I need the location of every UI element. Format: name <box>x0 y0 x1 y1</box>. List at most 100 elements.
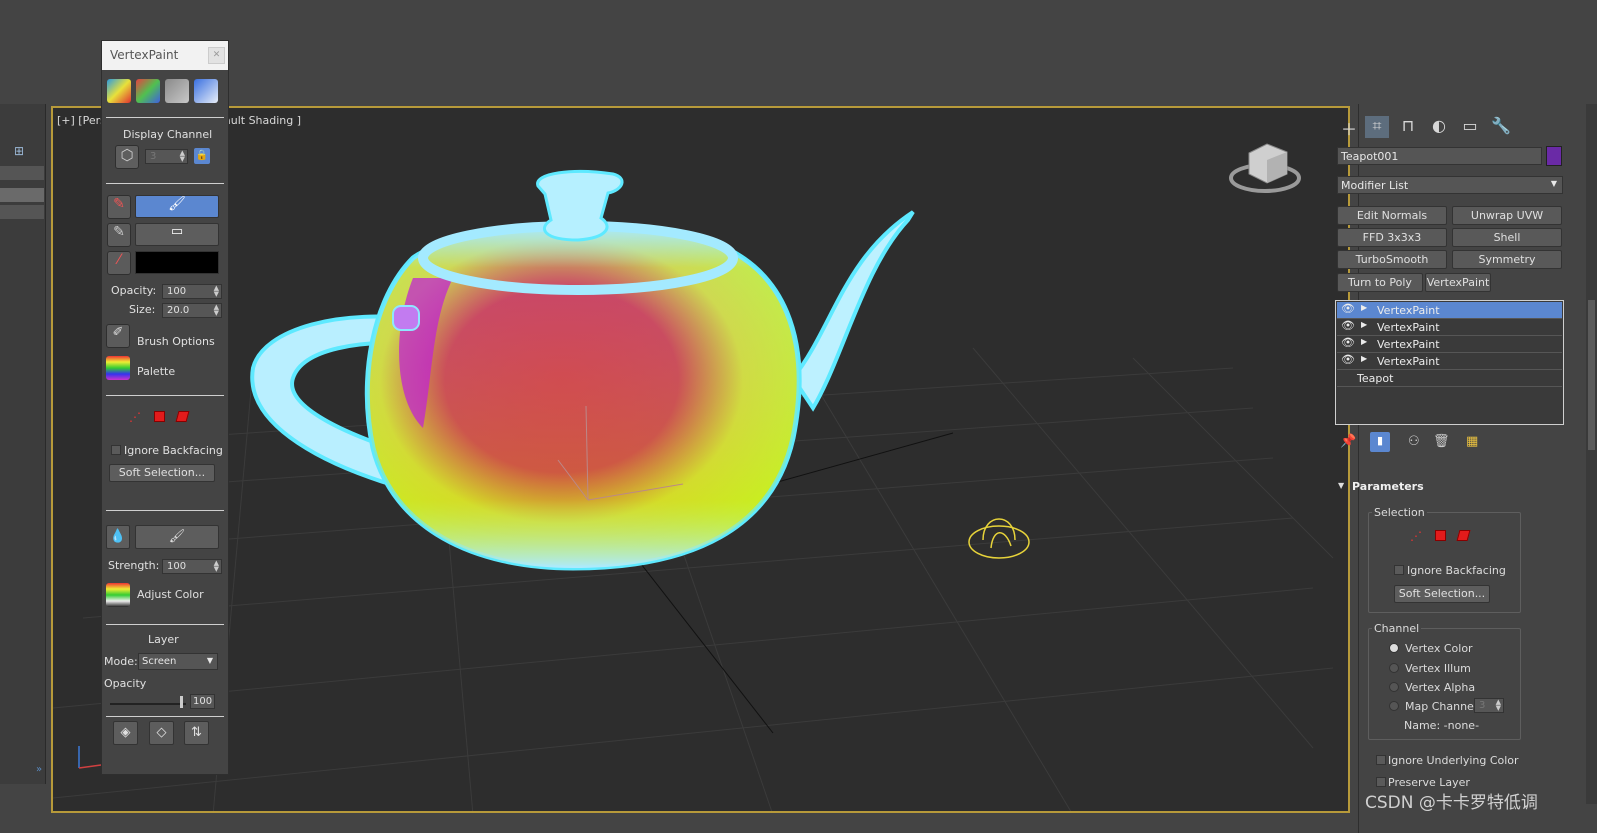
soft-selection-button[interactable]: Soft Selection... <box>1394 585 1490 603</box>
vertex-illum-radio[interactable] <box>1389 663 1399 673</box>
modifier-stack[interactable]: 👁 ▶ VertexPaint 👁 ▶ VertexPaint 👁 ▶ VertexPain… <box>1335 300 1564 425</box>
display-tab-icon[interactable]: ▭ <box>1458 116 1482 138</box>
erase-button[interactable]: ▭ <box>135 223 219 246</box>
light-helper[interactable] <box>968 518 1030 559</box>
close-icon[interactable]: ✕ <box>208 47 225 64</box>
display-channel-spinner[interactable]: 3 ▲ ▼ <box>145 149 188 164</box>
paint-button[interactable]: 🖌 <box>135 195 219 218</box>
modifier-button-shell[interactable]: Shell <box>1452 228 1562 247</box>
expand-triangle-icon[interactable]: ▶ <box>1361 337 1367 346</box>
strength-spinner[interactable]: 100 ▲ ▼ <box>162 559 222 574</box>
eye-icon[interactable]: 👁 <box>1341 353 1355 366</box>
viewport-shading-label[interactable]: ault Shading ] <box>224 114 301 127</box>
parameters-heading[interactable]: Parameters <box>1352 480 1424 493</box>
face-selection-icon[interactable] <box>1435 530 1446 541</box>
display-channel-label: Display Channel <box>123 128 213 141</box>
expand-triangle-icon[interactable]: ▶ <box>1361 354 1367 363</box>
motion-tab-icon[interactable]: ◐ <box>1427 116 1451 138</box>
vertex-color-radio[interactable] <box>1389 643 1399 653</box>
layer-opacity-value-box[interactable]: 100 <box>190 694 215 709</box>
palette-label[interactable]: Palette <box>137 365 175 378</box>
ignore-backfacing-checkbox[interactable] <box>111 445 121 455</box>
new-layer-icon[interactable]: ◈ <box>113 721 138 745</box>
vertex-selection-icon[interactable]: ⋰ <box>129 410 141 424</box>
object-color-swatch[interactable] <box>1546 146 1562 166</box>
perspective-viewport[interactable]: [+] [Pers ault Shading ] <box>51 106 1350 813</box>
modifier-button-turbosmooth[interactable]: TurboSmooth <box>1337 250 1447 269</box>
trash-icon[interactable]: 🗑 <box>1433 434 1450 449</box>
brush-options-icon[interactable]: ✐ <box>106 324 130 348</box>
stack-item-vertexpaint[interactable]: 👁 ▶ VertexPaint <box>1337 319 1562 336</box>
brush-options-label[interactable]: Brush Options <box>137 335 215 348</box>
expand-triangle-icon[interactable]: ▶ <box>1361 303 1367 312</box>
toggle-texture-display-icon[interactable] <box>194 79 218 103</box>
face-selection-icon[interactable] <box>154 411 165 422</box>
command-panel-scrollbar[interactable] <box>1586 104 1597 804</box>
element-selection-icon[interactable] <box>175 411 190 422</box>
hierarchy-icon[interactable]: ⊞ <box>14 144 24 158</box>
condense-layers-icon[interactable]: ⇅ <box>184 721 209 745</box>
hierarchy-tab-icon[interactable]: ⊓ <box>1396 116 1420 138</box>
map-channel-radio[interactable] <box>1389 701 1399 711</box>
expand-triangle-icon[interactable]: ▶ <box>1361 320 1367 329</box>
preserve-layer-checkbox[interactable] <box>1376 777 1386 787</box>
delete-layer-icon[interactable]: ◇ <box>149 721 174 745</box>
viewport-label[interactable]: [+] [Pers <box>57 114 106 127</box>
opacity-spinner[interactable]: 100 ▲ ▼ <box>162 284 222 299</box>
viewport-label-left[interactable]: [+] [Pers <box>57 114 106 127</box>
adjust-color-icon[interactable] <box>106 583 130 607</box>
lock-icon[interactable]: 🔒 <box>194 148 210 164</box>
scene-explorer-row[interactable] <box>0 205 44 219</box>
adjust-color-label[interactable]: Adjust Color <box>137 588 204 601</box>
size-spinner[interactable]: 20.0 ▲ ▼ <box>162 303 222 318</box>
show-end-result-icon[interactable]: ▮ <box>1370 432 1390 452</box>
create-tab-icon[interactable]: ＋ <box>1337 116 1361 139</box>
eye-icon[interactable]: 👁 <box>1341 302 1355 315</box>
pin-stack-icon[interactable]: 📌 <box>1340 434 1356 449</box>
soft-selection-button[interactable]: Soft Selection... <box>109 464 215 482</box>
viewcube[interactable] <box>1229 143 1301 193</box>
erase-all-icon[interactable]: ✎ <box>107 223 131 247</box>
eyedropper-icon[interactable]: ⁄ <box>107 251 131 275</box>
modifier-button-turn-to-poly[interactable]: Turn to Poly <box>1337 273 1423 292</box>
ignore-backfacing-checkbox[interactable] <box>1394 565 1404 575</box>
vertex-selection-icon[interactable]: ⋰ <box>1410 529 1422 543</box>
modifier-button-vertexpaint[interactable]: VertexPaint <box>1425 273 1491 292</box>
stack-item-vertexpaint[interactable]: 👁 ▶ VertexPaint <box>1337 353 1562 370</box>
vertex-color-display-unshaded-icon[interactable] <box>136 79 160 103</box>
palette-icon[interactable] <box>106 356 130 380</box>
object-name-field[interactable]: Teapot001 <box>1337 147 1542 165</box>
scene-explorer-row[interactable] <box>0 188 44 202</box>
blur-brush-button[interactable]: 🖌 <box>135 525 219 549</box>
modifier-list-dropdown[interactable]: Modifier List ▼ <box>1337 176 1563 194</box>
stack-item-vertexpaint[interactable]: 👁 ▶ VertexPaint <box>1337 302 1562 319</box>
eye-icon[interactable]: 👁 <box>1341 336 1355 349</box>
scrollbar-thumb[interactable] <box>1588 300 1595 450</box>
utilities-tab-icon[interactable]: 🔧 <box>1489 116 1513 138</box>
modifier-button-symmetry[interactable]: Symmetry <box>1452 250 1562 269</box>
disable-vertex-color-display-icon[interactable] <box>165 79 189 103</box>
configure-sets-icon[interactable]: ▦ <box>1466 434 1478 449</box>
make-unique-icon[interactable]: ⚇ <box>1408 434 1420 449</box>
modifier-button-edit-normals[interactable]: Edit Normals <box>1337 206 1447 225</box>
modifier-button-ffd[interactable]: FFD 3x3x3 <box>1337 228 1447 247</box>
map-channel-spinner[interactable]: 3 ▲ ▼ <box>1474 698 1504 713</box>
layer-mode-dropdown[interactable]: Screen ▼ <box>138 653 218 670</box>
paint-all-icon[interactable]: ✎ <box>107 195 131 219</box>
expand-arrows-icon[interactable]: » <box>36 764 42 775</box>
modifier-button-unwrap-uvw[interactable]: Unwrap UVW <box>1452 206 1562 225</box>
blur-drop-icon[interactable]: 💧 <box>106 525 130 549</box>
stack-item-vertexpaint[interactable]: 👁 ▶ VertexPaint <box>1337 336 1562 353</box>
slider-thumb[interactable] <box>180 696 183 708</box>
collapse-triangle-icon[interactable]: ▼ <box>1338 481 1344 490</box>
cube-icon[interactable]: ⬡ <box>115 145 139 169</box>
layer-opacity-slider[interactable] <box>110 703 186 705</box>
eye-icon[interactable]: 👁 <box>1341 319 1355 332</box>
scene-explorer-row[interactable] <box>0 166 44 180</box>
vertex-color-display-shaded-icon[interactable] <box>107 79 131 103</box>
paint-color-swatch[interactable] <box>135 251 219 274</box>
stack-item-teapot[interactable]: Teapot <box>1337 370 1562 387</box>
vertex-alpha-radio[interactable] <box>1389 682 1399 692</box>
modify-tab-icon[interactable]: ⌗ <box>1365 116 1389 138</box>
ignore-underlying-color-checkbox[interactable] <box>1376 755 1386 765</box>
